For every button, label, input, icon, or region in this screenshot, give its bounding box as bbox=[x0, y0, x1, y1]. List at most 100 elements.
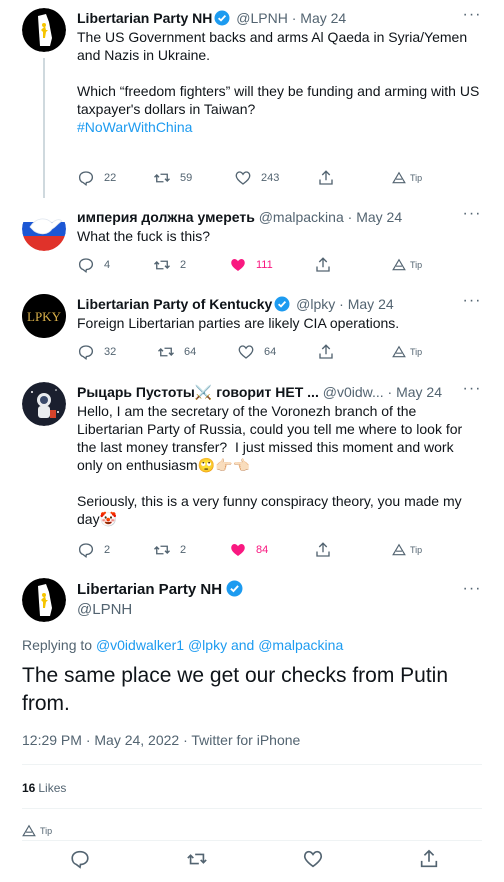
handle[interactable]: @v0idw... bbox=[323, 384, 384, 400]
tweet-date[interactable]: May 24 bbox=[348, 296, 394, 312]
share-button[interactable] bbox=[314, 255, 332, 275]
tweet-v0idwalker[interactable]: Рыцарь Пустоты⚔️ говорит НЕТ ... @v0idw.… bbox=[0, 381, 504, 562]
like-button[interactable]: 84 bbox=[229, 540, 268, 560]
hashtag-link[interactable]: #NoWarWithChina bbox=[77, 119, 192, 135]
handle[interactable]: @lpky bbox=[296, 296, 335, 312]
avatar[interactable]: LPKY bbox=[22, 294, 66, 338]
tweet-actions: 4 2 111 Tip bbox=[77, 255, 457, 275]
share-button[interactable] bbox=[314, 540, 332, 560]
share-icon bbox=[319, 344, 333, 359]
handle[interactable]: @LPNH bbox=[77, 600, 132, 620]
handle[interactable]: @LPNH bbox=[236, 10, 288, 26]
retweet-count: 2 bbox=[180, 544, 187, 556]
tweet-text: What the fuck is this? bbox=[77, 228, 211, 244]
heart-filled-icon bbox=[231, 259, 245, 271]
retweet-count: 2 bbox=[180, 259, 187, 271]
tweet-text: The US Government backs and arms Al Qaed… bbox=[77, 28, 482, 136]
share-icon bbox=[319, 170, 333, 185]
tip-label: Tip bbox=[40, 826, 53, 836]
replying-to: Replying to @v0idwalker1 @lpky and @malp… bbox=[22, 636, 343, 654]
reply-button[interactable]: 22 bbox=[77, 168, 116, 188]
more-options-icon[interactable]: ··· bbox=[462, 7, 482, 28]
divider bbox=[22, 764, 482, 765]
thread-line bbox=[43, 58, 45, 198]
display-name-text: Libertarian Party NH bbox=[77, 581, 223, 598]
avatar[interactable] bbox=[22, 382, 66, 426]
tip-button[interactable]: Tip bbox=[392, 255, 422, 275]
avatar[interactable] bbox=[22, 207, 66, 251]
separator: · bbox=[291, 10, 297, 26]
flag-dove-avatar-icon bbox=[22, 207, 66, 251]
tweet-lpky[interactable]: LPKY Libertarian Party of Kentucky @lpky… bbox=[0, 293, 504, 374]
divider bbox=[22, 840, 482, 841]
separator: · bbox=[347, 209, 353, 225]
tweet-lpnh-1[interactable]: Libertarian Party NH @LPNH · May 24 ··· … bbox=[0, 7, 504, 198]
tweet-date[interactable]: May 24 bbox=[396, 384, 442, 400]
tip-button[interactable]: Tip bbox=[22, 824, 52, 838]
tweet-date[interactable]: May 24 bbox=[300, 10, 346, 26]
like-count: 111 bbox=[256, 259, 273, 271]
reply-mention-last-link[interactable]: @malpackina bbox=[258, 637, 343, 653]
separator: · bbox=[339, 296, 344, 312]
heart-icon bbox=[303, 850, 323, 868]
tweet-actions: 22 59 243 Tip bbox=[77, 168, 457, 188]
tip-icon bbox=[392, 258, 406, 271]
more-options-icon[interactable]: ··· bbox=[462, 581, 482, 602]
like-button[interactable] bbox=[302, 848, 326, 872]
tip-button[interactable]: Tip bbox=[392, 168, 422, 188]
more-options-icon[interactable]: ··· bbox=[462, 293, 482, 314]
more-options-icon[interactable]: ··· bbox=[462, 381, 482, 402]
nh-state-logo-icon bbox=[22, 8, 66, 52]
retweet-button[interactable]: 2 bbox=[153, 255, 186, 275]
like-button[interactable]: 111 bbox=[229, 255, 273, 275]
heart-icon bbox=[235, 171, 251, 185]
separator: · bbox=[387, 384, 393, 400]
avatar[interactable] bbox=[22, 8, 66, 52]
likes-summary[interactable]: 16 Likes bbox=[22, 780, 66, 796]
astronaut-avatar-icon bbox=[22, 382, 66, 426]
share-button[interactable] bbox=[317, 342, 335, 362]
likes-count: 16 bbox=[22, 781, 36, 795]
retweet-button[interactable]: 2 bbox=[153, 540, 186, 560]
reply-button[interactable]: 32 bbox=[77, 342, 116, 362]
reply-button[interactable]: 4 bbox=[77, 255, 110, 275]
like-button[interactable]: 64 bbox=[237, 342, 276, 362]
reply-button[interactable] bbox=[69, 848, 93, 872]
share-icon bbox=[420, 849, 438, 868]
share-button[interactable] bbox=[317, 168, 335, 188]
more-options-icon[interactable]: ··· bbox=[462, 206, 482, 227]
display-name[interactable]: империя должна умереть bbox=[77, 209, 255, 225]
share-icon bbox=[316, 257, 330, 272]
tweet-date[interactable]: May 24 bbox=[356, 209, 402, 225]
reply-button[interactable]: 2 bbox=[77, 540, 110, 560]
tweet-timestamp[interactable]: 12:29 PM · May 24, 2022 · Twitter for iP… bbox=[22, 730, 300, 750]
verified-badge-icon bbox=[226, 580, 243, 603]
display-name[interactable]: Libertarian Party of Kentucky bbox=[77, 296, 272, 312]
retweet-button[interactable] bbox=[186, 848, 210, 872]
retweet-icon bbox=[187, 853, 207, 865]
tweet-text: Foreign Libertarian parties are likely C… bbox=[77, 315, 400, 331]
tip-button[interactable]: Tip bbox=[392, 540, 422, 560]
reply-count: 32 bbox=[104, 346, 117, 358]
verified-badge-icon bbox=[274, 296, 290, 314]
like-count: 84 bbox=[256, 544, 269, 556]
tip-label: Tip bbox=[410, 545, 423, 555]
tip-button[interactable]: Tip bbox=[392, 342, 422, 362]
like-button[interactable]: 243 bbox=[234, 168, 279, 188]
retweet-button[interactable]: 64 bbox=[157, 342, 196, 362]
tweet-malpackina[interactable]: империя должна умереть @malpackina · May… bbox=[0, 206, 504, 287]
reply-mentions-link[interactable]: @v0idwalker1 @lpky bbox=[96, 637, 227, 653]
retweet-button[interactable]: 59 bbox=[153, 168, 192, 188]
display-name[interactable]: Libertarian Party NH bbox=[77, 10, 212, 26]
reply-icon bbox=[78, 258, 94, 273]
display-name[interactable]: Рыцарь Пустоты⚔️ говорит НЕТ ... bbox=[77, 384, 319, 400]
tweet-header: империя должна умереть @malpackina · May… bbox=[77, 207, 464, 227]
handle[interactable]: @malpackina bbox=[259, 209, 344, 225]
tip-icon bbox=[392, 345, 406, 358]
tweet-header: Рыцарь Пустоты⚔️ говорит НЕТ ... @v0idw.… bbox=[77, 382, 464, 402]
share-button[interactable] bbox=[418, 848, 442, 872]
reply-icon bbox=[78, 543, 94, 558]
tip-icon bbox=[392, 543, 406, 556]
avatar[interactable] bbox=[22, 578, 66, 622]
replying-prefix: Replying to bbox=[22, 637, 96, 653]
